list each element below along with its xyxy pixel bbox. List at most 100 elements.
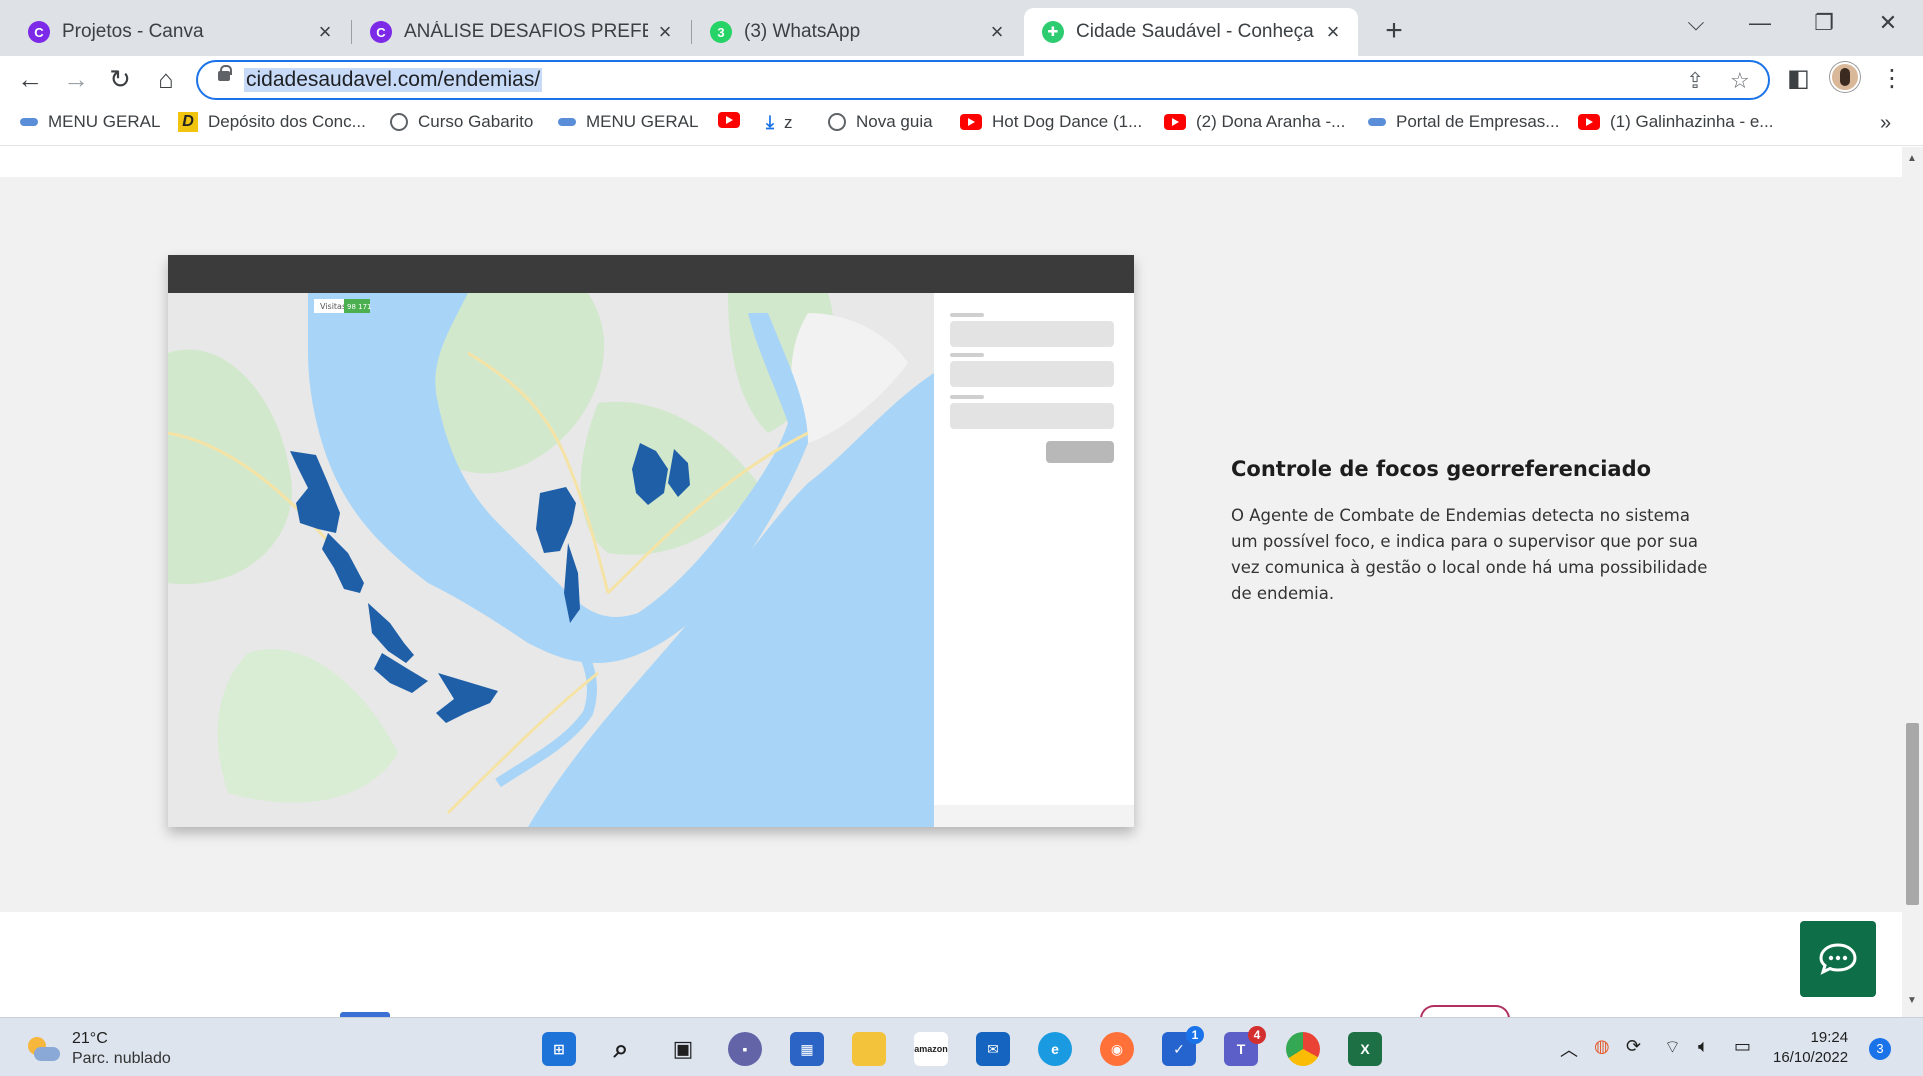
mail-icon[interactable]: ✉ — [976, 1032, 1010, 1066]
bookmark-label: MENU GERAL — [48, 112, 161, 131]
feature-section: Visitas 98 171 Controle de focos georref… — [0, 177, 1902, 912]
scroll-down-icon[interactable]: ▼ — [1907, 995, 1917, 1006]
home-icon[interactable]: ⌂ — [150, 64, 182, 96]
edge-icon[interactable]: e — [1038, 1032, 1072, 1066]
taskbar: 21°C Parc. nublado ⊞ ⌕ ▣ ▪ ▦ amazon ✉ e … — [0, 1017, 1923, 1076]
bookmark-item[interactable]: Curso Gabarito — [390, 112, 533, 132]
weather-condition: Parc. nublado — [72, 1050, 171, 1067]
bookmark-item[interactable] — [718, 112, 750, 128]
tab-cidade-saudavel[interactable]: ✚ Cidade Saudável - Conheça o sist × — [1024, 8, 1358, 56]
whatsapp-icon: 3 — [710, 21, 732, 43]
todo-badge: 1 — [1186, 1026, 1204, 1044]
bookmark-item[interactable]: ⤓ z — [766, 112, 792, 133]
page-content: Visitas 98 171 Controle de focos georref… — [0, 147, 1902, 1017]
tab-analise-desafios[interactable]: C ANÁLISE DESAFIOS PREFEITURA × — [352, 8, 690, 56]
page-scrollbar[interactable]: ▲ ▼ — [1902, 147, 1923, 1017]
chrome-icon[interactable] — [1286, 1032, 1320, 1066]
bookmark-item[interactable]: D Depósito dos Conc... — [178, 112, 366, 132]
address-bar[interactable]: cidadesaudavel.com/endemias/ ⇪ ☆ — [196, 60, 1770, 100]
field-label-placeholder — [950, 395, 984, 399]
teams-badge: 4 — [1248, 1026, 1266, 1044]
mockup-side-panel — [934, 293, 1134, 827]
tab-search-icon[interactable]: ⌵ — [1676, 10, 1716, 36]
office-icon[interactable]: ◍ — [1594, 1036, 1610, 1057]
menu-icon[interactable]: ⋮ — [1880, 64, 1904, 93]
store-icon[interactable]: ▦ — [790, 1032, 824, 1066]
bookmark-item[interactable]: MENU GERAL — [20, 112, 160, 132]
field-placeholder — [950, 321, 1114, 347]
chat-button[interactable] — [1800, 921, 1876, 997]
sync-icon[interactable]: ⟳ — [1626, 1036, 1641, 1057]
close-icon[interactable]: × — [314, 21, 336, 43]
close-window-button[interactable]: ✕ — [1868, 10, 1908, 36]
todo-icon[interactable]: ✓ 1 — [1162, 1026, 1204, 1066]
wifi-icon[interactable]: ⌔ — [1664, 1036, 1681, 1059]
close-icon[interactable]: × — [986, 21, 1008, 43]
bookmark-item[interactable]: Portal de Empresas... — [1368, 112, 1559, 132]
tab-whatsapp[interactable]: 3 (3) WhatsApp × — [692, 8, 1022, 56]
chat-icon[interactable]: ▪ — [728, 1032, 762, 1066]
canva-icon: C — [28, 21, 50, 43]
battery-icon[interactable]: ▭ — [1734, 1036, 1751, 1057]
map-svg: Visitas 98 171 — [168, 293, 934, 827]
map-tag-value: 98 171 — [347, 303, 372, 311]
partner-logo — [1420, 1005, 1510, 1017]
lock-icon[interactable] — [218, 65, 232, 81]
url-text[interactable]: cidadesaudavel.com/endemias/ — [244, 68, 543, 92]
field-placeholder — [950, 361, 1114, 387]
file-explorer-icon[interactable] — [852, 1032, 886, 1066]
reload-icon[interactable]: ↻ — [104, 64, 136, 96]
excel-icon[interactable]: X — [1348, 1032, 1382, 1066]
firefox-icon[interactable]: ◉ — [1100, 1032, 1134, 1066]
youtube-icon — [1578, 114, 1600, 130]
feature-title: Controle de focos georreferenciado — [1231, 457, 1652, 481]
restore-button[interactable]: ❐ — [1804, 10, 1844, 36]
scrollbar-thumb[interactable] — [1906, 723, 1919, 905]
clock-time: 19:24 — [1810, 1029, 1849, 1046]
scroll-up-icon[interactable]: ▲ — [1907, 153, 1917, 164]
globe-icon — [390, 113, 408, 131]
menu-geral-icon — [558, 118, 576, 126]
canva-icon: C — [370, 21, 392, 43]
share-icon[interactable]: ⇪ — [1686, 68, 1704, 94]
clock[interactable]: 19:24 16/10/2022 — [1773, 1028, 1848, 1068]
youtube-icon — [960, 114, 982, 130]
notification-badge[interactable]: 3 — [1869, 1038, 1891, 1060]
globe-icon — [828, 113, 846, 131]
bookmark-item[interactable]: Nova guia — [828, 112, 933, 132]
bookmark-label: Portal de Empresas... — [1396, 112, 1560, 131]
side-panel-icon[interactable]: ◧ — [1787, 64, 1810, 93]
tab-projetos-canva[interactable]: C Projetos - Canva × — [10, 8, 350, 56]
weather-icon — [26, 1037, 60, 1063]
feature-info: Controle de focos georreferenciado O Age… — [1231, 457, 1721, 607]
search-icon[interactable]: ⌕ — [604, 1032, 638, 1066]
panel-footer — [934, 805, 1134, 827]
avatar[interactable] — [1830, 62, 1860, 92]
forward-icon[interactable]: → — [60, 64, 92, 96]
weather-widget[interactable]: 21°C Parc. nublado — [26, 1030, 171, 1070]
new-tab-button[interactable]: + — [1376, 14, 1412, 48]
bookmark-star-icon[interactable]: ☆ — [1730, 68, 1750, 94]
button-placeholder — [1046, 441, 1114, 463]
youtube-icon — [718, 112, 740, 128]
bookmark-item[interactable]: Hot Dog Dance (1... — [960, 112, 1142, 132]
close-icon[interactable]: × — [1322, 21, 1344, 43]
bookmark-label: Depósito dos Conc... — [208, 112, 366, 131]
volume-icon[interactable]: 🔈︎ — [1698, 1036, 1709, 1057]
bookmark-item[interactable]: (1) Galinhazinha - e... — [1578, 112, 1773, 132]
amazon-icon[interactable]: amazon — [914, 1032, 948, 1066]
task-view-icon[interactable]: ▣ — [666, 1032, 700, 1066]
bookmark-label: (2) Dona Aranha -... — [1196, 112, 1346, 131]
bookmark-item[interactable]: MENU GERAL — [558, 112, 698, 132]
tab-title: ANÁLISE DESAFIOS PREFEITURA — [404, 21, 648, 42]
close-icon[interactable]: × — [654, 21, 676, 43]
more-bookmarks-icon[interactable]: » — [1880, 112, 1891, 135]
minimize-button[interactable]: — — [1740, 10, 1780, 36]
windows-start-icon[interactable]: ⊞ — [542, 1032, 576, 1066]
bookmark-item[interactable]: (2) Dona Aranha -... — [1164, 112, 1345, 132]
back-icon[interactable]: ← — [14, 64, 46, 96]
chat-bubble-icon — [1819, 943, 1857, 975]
tab-title: (3) WhatsApp — [744, 21, 861, 42]
show-hidden-icons[interactable]: ︿ — [1560, 1036, 1578, 1062]
teams-icon[interactable]: T4 — [1224, 1026, 1266, 1066]
